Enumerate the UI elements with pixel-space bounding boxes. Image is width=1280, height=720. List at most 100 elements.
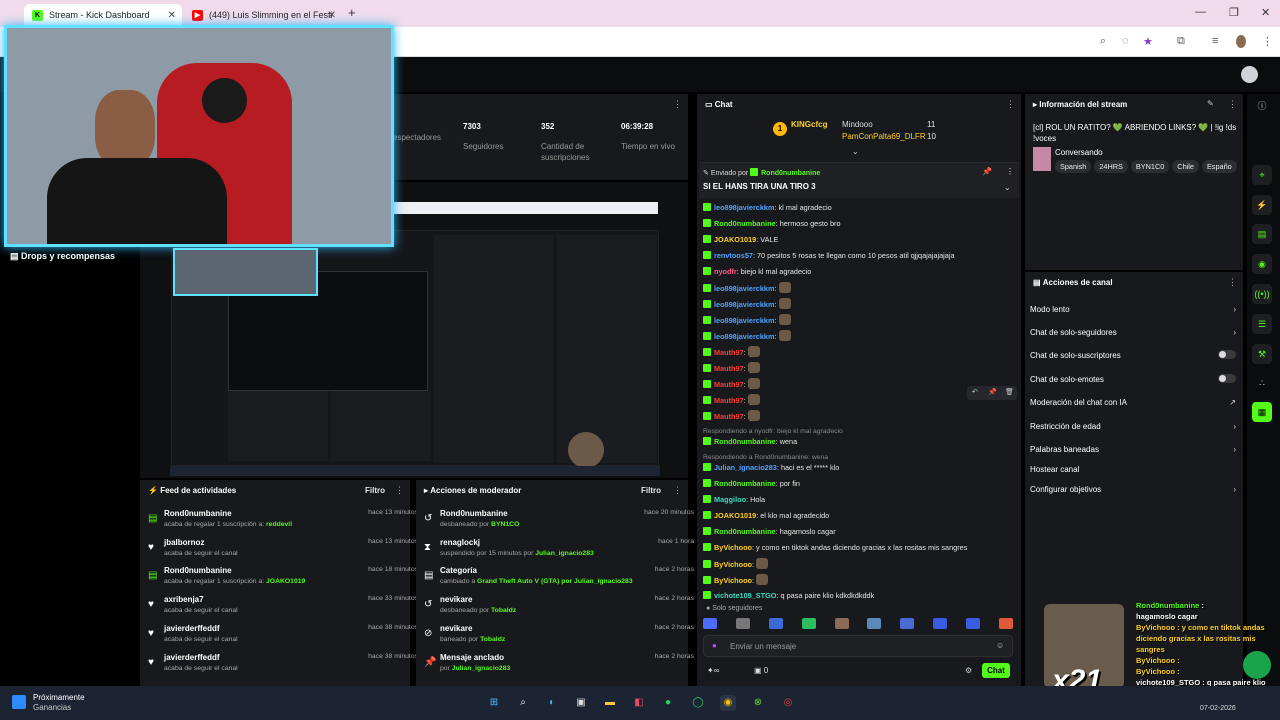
activity-name[interactable]: Categoría bbox=[440, 566, 477, 575]
chat-message[interactable]: ByVichooo: bbox=[703, 574, 1023, 586]
emote-icon[interactable] bbox=[735, 618, 750, 629]
activity-target[interactable]: BYN1CO bbox=[491, 521, 519, 528]
close-icon[interactable]: ✕ bbox=[168, 10, 176, 21]
chat-username[interactable]: Mauth97 bbox=[714, 364, 744, 373]
chat-message[interactable]: leo898javierckkm: bbox=[703, 298, 1023, 310]
chat-username[interactable]: JOAKO1019 bbox=[714, 235, 756, 244]
chat-username[interactable]: Mauth97 bbox=[714, 380, 744, 389]
action-configure-goals[interactable]: Configurar objetivos › bbox=[1030, 485, 1240, 494]
zoom-icon[interactable]: ⌕ bbox=[1100, 35, 1106, 48]
top-gifter-2[interactable]: Mindooo bbox=[842, 120, 873, 129]
list-icon[interactable]: ☰ bbox=[1252, 314, 1272, 334]
emote-icon[interactable] bbox=[998, 618, 1013, 629]
action-banned-words[interactable]: Palabras baneadas › bbox=[1030, 445, 1240, 454]
app-icon[interactable]: ◎ bbox=[780, 695, 796, 711]
chevron-down-icon[interactable]: ⌄ bbox=[852, 147, 859, 156]
edge-icon[interactable]: ◐ bbox=[544, 695, 560, 711]
note-icon[interactable]: ▤ bbox=[1252, 224, 1272, 244]
chat-username[interactable]: Rond0numbanine bbox=[714, 437, 776, 446]
top-gifter-3[interactable]: PamConPalta69_DLFR bbox=[842, 132, 926, 141]
whatsapp-icon[interactable]: ◯ bbox=[690, 695, 706, 711]
settings-icon[interactable]: ⚙ bbox=[965, 666, 972, 675]
emote-icon[interactable] bbox=[768, 618, 783, 629]
eye-off-icon[interactable]: ◌ bbox=[1122, 35, 1129, 47]
unpin-icon[interactable]: 📌 bbox=[982, 167, 992, 176]
chat-username[interactable]: leo898javierckkm bbox=[714, 316, 774, 325]
activity-name[interactable]: jbalbornoz bbox=[164, 538, 204, 547]
filter-button[interactable]: Filtro bbox=[365, 486, 385, 495]
action-followers-only[interactable]: Chat de solo-seguidores › bbox=[1030, 328, 1240, 337]
chat-username[interactable]: Rond0numbanine bbox=[714, 527, 776, 536]
extensions-icon[interactable]: ⧉ bbox=[1177, 35, 1185, 48]
chat-username[interactable]: ByVichooo bbox=[714, 576, 752, 585]
star-icon[interactable]: ★ bbox=[1143, 35, 1153, 48]
activity-row[interactable]: ▤ Rond0numbanine hace 18 minutos acaba de r… bbox=[148, 566, 418, 594]
activity-target[interactable]: Grand Theft Auto V (GTA) por Julian_igna… bbox=[477, 578, 633, 585]
emotes-only-toggle[interactable] bbox=[1218, 374, 1236, 383]
chat-message[interactable]: JOAKO1019: el klo mal agradecido bbox=[703, 510, 1023, 521]
activity-name[interactable]: Mensaje anclado bbox=[440, 653, 504, 662]
kebab-icon[interactable]: ⋮ bbox=[1228, 277, 1237, 288]
chat-message[interactable]: ByVichooo: y como en tiktok andas dicien… bbox=[703, 542, 1023, 553]
chat-username[interactable]: leo898javierckkm bbox=[714, 300, 774, 309]
chat-username[interactable]: ByVichooo bbox=[714, 560, 752, 569]
chat-message[interactable]: renvtoos57: 70 pesitos 5 rosas te llegan… bbox=[703, 250, 1023, 261]
activity-row[interactable]: ♥ axribenja7 hace 33 minutos acaba de segui… bbox=[148, 595, 418, 623]
emote-icon[interactable] bbox=[703, 618, 717, 629]
chat-message[interactable]: vichote109_STGO: q pasa paire klio kdkdk… bbox=[703, 590, 1023, 601]
chat-message[interactable]: Mauth97: bbox=[703, 410, 1023, 422]
xbox-icon[interactable]: ⊗ bbox=[750, 695, 766, 711]
activity-row[interactable]: ▤ Rond0numbanine hace 13 minutos acaba de r… bbox=[148, 509, 418, 537]
activity-row[interactable]: ⧗ renaglockj hace 1 hora suspendido por 15 … bbox=[424, 538, 694, 566]
reply-icon[interactable]: ↶ bbox=[972, 388, 978, 396]
minimize-icon[interactable]: — bbox=[1195, 6, 1206, 18]
sidebar-item-drops[interactable]: ▤ Drops y recompensas bbox=[10, 251, 115, 262]
activity-row[interactable]: ♥ javierderffeddf hace 38 minutos acaba de … bbox=[148, 653, 418, 681]
kebab-icon[interactable]: ⋮ bbox=[673, 485, 682, 496]
action-ai-moderation[interactable]: Moderación del chat con IA ↗ bbox=[1030, 398, 1240, 407]
emoji-icon[interactable]: ☺ bbox=[996, 641, 1004, 650]
activity-name[interactable]: javierderffeddf bbox=[164, 624, 220, 633]
chat-username[interactable]: JOAKO1019 bbox=[714, 511, 756, 520]
chat-username[interactable]: Maggiloo bbox=[714, 495, 746, 504]
wrench-icon[interactable]: ⚒ bbox=[1252, 344, 1272, 364]
chat-username[interactable]: vichote109_STGO bbox=[714, 591, 776, 600]
activity-target[interactable]: JOAKO1019 bbox=[266, 578, 305, 585]
chat-username[interactable]: Rond0numbanine bbox=[714, 479, 776, 488]
kebab-icon[interactable]: ⋮ bbox=[395, 485, 404, 496]
chat-message[interactable]: Rond0numbanine: hagamoslo cagar bbox=[703, 526, 1023, 537]
send-chat-button[interactable]: Chat bbox=[982, 663, 1010, 678]
action-age-restriction[interactable]: Restricción de edad › bbox=[1030, 422, 1240, 431]
close-icon[interactable]: ✕ bbox=[328, 10, 336, 21]
folder-icon[interactable]: ▬ bbox=[602, 695, 618, 711]
chat-bubble-icon[interactable]: ◉ bbox=[1252, 254, 1272, 274]
lightning-icon[interactable]: ⚡ bbox=[1252, 195, 1272, 215]
chat-message[interactable]: leo898javierckkm: bbox=[703, 330, 1023, 342]
chat-message[interactable]: ByVichooo: bbox=[703, 558, 1023, 570]
tag[interactable]: Españo bbox=[1201, 160, 1237, 173]
info-icon[interactable]: ⓘ bbox=[1252, 96, 1272, 116]
snipping-icon[interactable]: ◧ bbox=[631, 695, 647, 711]
tag[interactable]: 24HRS bbox=[1094, 160, 1128, 173]
tab-youtube[interactable]: ▶ (449) Luis Slimming en el Festi ✕ bbox=[184, 4, 342, 26]
chat-username[interactable]: leo898javierckkm bbox=[714, 332, 774, 341]
kebab-icon[interactable]: ⋮ bbox=[1228, 99, 1237, 110]
chat-message[interactable]: Mauth97: bbox=[703, 346, 1023, 358]
chat-message[interactable]: Julian_ignacio283: haci es el ***** klo bbox=[703, 462, 1023, 473]
store-icon[interactable]: ▣ bbox=[573, 695, 589, 711]
activity-name[interactable]: renaglockj bbox=[440, 538, 480, 547]
activity-row[interactable]: ⊘ nevikare hace 2 horas baneado por Tobaldz bbox=[424, 624, 694, 652]
tag[interactable]: BYN1C0 bbox=[1130, 160, 1170, 173]
activity-name[interactable]: nevikare bbox=[440, 595, 472, 604]
activity-target[interactable]: Tobaldz bbox=[480, 636, 505, 643]
subscribers-only-toggle[interactable] bbox=[1218, 350, 1236, 359]
nodes-icon[interactable]: ∴ bbox=[1252, 373, 1272, 393]
edit-icon[interactable]: ✎ bbox=[1207, 99, 1214, 108]
activity-name[interactable]: axribenja7 bbox=[164, 595, 204, 604]
media-icon[interactable]: ≡ bbox=[1212, 35, 1218, 47]
action-host-channel[interactable]: Hostear canal bbox=[1030, 465, 1240, 474]
window-close-icon[interactable]: ✕ bbox=[1261, 6, 1270, 19]
activity-row[interactable]: ▤ Categoría hace 2 horas cambiado a Grand T… bbox=[424, 566, 694, 594]
stream-category[interactable]: Conversando bbox=[1055, 148, 1103, 157]
chat-message[interactable]: Mauth97: bbox=[703, 362, 1023, 374]
